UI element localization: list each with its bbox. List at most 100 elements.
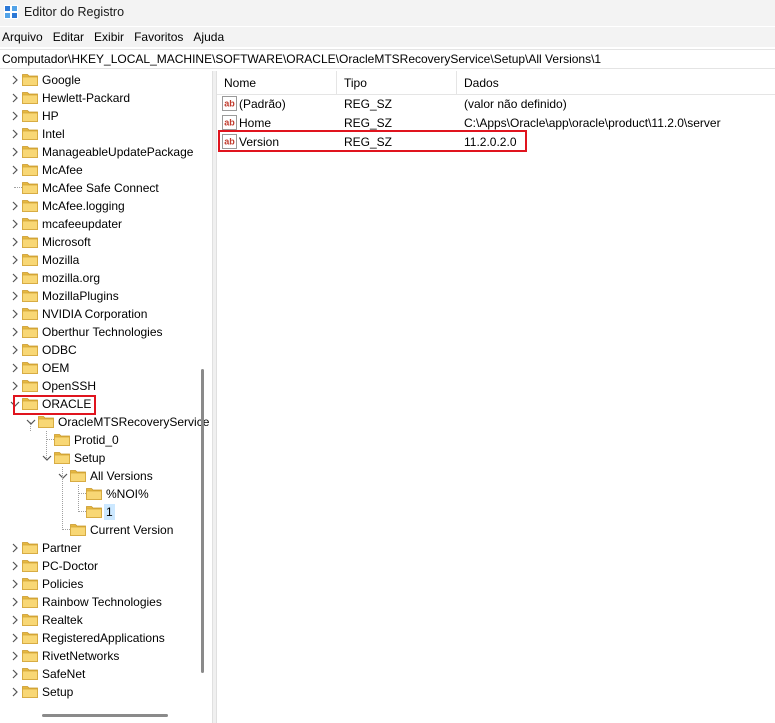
tree-item-label: PC-Doctor <box>42 559 99 573</box>
tree-item-mozilla-org[interactable]: mozilla.org <box>0 269 212 287</box>
tree-item-all-versions[interactable]: All Versions <box>0 467 212 485</box>
tree-vertical-scrollbar[interactable] <box>201 369 204 673</box>
folder-icon <box>22 163 38 176</box>
menu-arquivo[interactable]: Arquivo <box>0 30 48 44</box>
tree-item-manageableupdatepackage[interactable]: ManageableUpdatePackage <box>0 143 212 161</box>
expand-arrow-icon[interactable] <box>9 341 21 359</box>
expand-arrow-icon[interactable] <box>9 665 21 683</box>
folder-icon <box>22 145 38 158</box>
tree-item-mcafee-logging[interactable]: McAfee.logging <box>0 197 212 215</box>
tree-item-mozilla[interactable]: Mozilla <box>0 251 212 269</box>
tree-item-label: HP <box>42 109 59 123</box>
expand-arrow-icon[interactable] <box>9 269 21 287</box>
tree-item-mcafeeupdater[interactable]: mcafeeupdater <box>0 215 212 233</box>
expand-arrow-icon[interactable] <box>9 629 21 647</box>
column-header-tipo[interactable]: Tipo <box>337 71 457 95</box>
folder-icon <box>22 307 38 320</box>
menu-exibir[interactable]: Exibir <box>91 30 129 44</box>
tree-item-policies[interactable]: Policies <box>0 575 212 593</box>
folder-icon <box>22 541 38 554</box>
collapse-arrow-icon[interactable] <box>57 467 69 485</box>
expand-arrow-icon[interactable] <box>9 557 21 575</box>
expand-arrow-icon[interactable] <box>9 197 21 215</box>
expand-arrow-icon[interactable] <box>9 161 21 179</box>
tree-item-label: 1 <box>104 504 115 520</box>
tree-item-intel[interactable]: Intel <box>0 125 212 143</box>
address-bar[interactable]: Computador\HKEY_LOCAL_MACHINE\SOFTWARE\O… <box>0 49 775 69</box>
tree-item-oem[interactable]: OEM <box>0 359 212 377</box>
expand-arrow-icon[interactable] <box>9 575 21 593</box>
tree-guide-line <box>62 467 63 530</box>
expand-arrow-icon[interactable] <box>9 89 21 107</box>
string-value-icon: ab <box>222 96 237 111</box>
expand-arrow-icon[interactable] <box>9 539 21 557</box>
tree-item-label: McAfee Safe Connect <box>42 181 159 195</box>
expand-arrow-icon[interactable] <box>9 377 21 395</box>
expand-arrow-icon[interactable] <box>9 593 21 611</box>
version-row-highlight <box>218 130 527 152</box>
svg-text:ab: ab <box>224 99 235 109</box>
tree-item-oberthur-technologies[interactable]: Oberthur Technologies <box>0 323 212 341</box>
expand-arrow-icon[interactable] <box>9 359 21 377</box>
tree-item-safenet[interactable]: SafeNet <box>0 665 212 683</box>
registry-editor-icon <box>4 5 18 19</box>
folder-icon <box>54 433 70 446</box>
tree-item-rivetnetworks[interactable]: RivetNetworks <box>0 647 212 665</box>
collapse-arrow-icon[interactable] <box>41 449 53 467</box>
tree-item-setup[interactable]: Setup <box>0 449 212 467</box>
column-header-dados[interactable]: Dados <box>457 71 775 95</box>
tree-item-mcafee-safe-connect[interactable]: McAfee Safe Connect <box>0 179 212 197</box>
expand-arrow-icon[interactable] <box>9 287 21 305</box>
tree-horizontal-scrollbar[interactable] <box>42 714 168 717</box>
tree-item-label: OEM <box>42 361 70 375</box>
tree-item-1[interactable]: 1 <box>0 503 212 521</box>
tree-item-hp[interactable]: HP <box>0 107 212 125</box>
expand-arrow-icon[interactable] <box>9 233 21 251</box>
tree-item-microsoft[interactable]: Microsoft <box>0 233 212 251</box>
menu-favoritos[interactable]: Favoritos <box>131 30 188 44</box>
expand-arrow-icon[interactable] <box>9 305 21 323</box>
tree-item-partner[interactable]: Partner <box>0 539 212 557</box>
tree-connector <box>14 187 22 188</box>
expand-arrow-icon[interactable] <box>9 107 21 125</box>
folder-icon <box>86 505 102 518</box>
tree-item-mozillaplugins[interactable]: MozillaPlugins <box>0 287 212 305</box>
expand-arrow-icon[interactable] <box>9 323 21 341</box>
tree-item-pc-doctor[interactable]: PC-Doctor <box>0 557 212 575</box>
expand-arrow-icon[interactable] <box>9 143 21 161</box>
title-bar: Editor do Registro <box>0 0 775 26</box>
column-header-nome[interactable]: Nome <box>217 71 337 95</box>
expand-arrow-icon[interactable] <box>9 215 21 233</box>
tree-item-openssh[interactable]: OpenSSH <box>0 377 212 395</box>
value-data: C:\Apps\Oracle\app\oracle\product\11.2.0… <box>464 116 721 130</box>
folder-icon <box>22 613 38 626</box>
tree-item-hewlett-packard[interactable]: Hewlett-Packard <box>0 89 212 107</box>
tree-item-nvidia-corporation[interactable]: NVIDIA Corporation <box>0 305 212 323</box>
tree-item-odbc[interactable]: ODBC <box>0 341 212 359</box>
menu-editar[interactable]: Editar <box>50 30 89 44</box>
tree-item-rainbow-technologies[interactable]: Rainbow Technologies <box>0 593 212 611</box>
value-row-padrao[interactable]: ab (Padrão) REG_SZ (valor não definido) <box>217 95 775 114</box>
menu-ajuda[interactable]: Ajuda <box>190 30 229 44</box>
tree-item-registeredapplications[interactable]: RegisteredApplications <box>0 629 212 647</box>
expand-arrow-icon[interactable] <box>9 647 21 665</box>
expand-arrow-icon[interactable] <box>9 611 21 629</box>
folder-icon <box>22 127 38 140</box>
tree-item-google[interactable]: Google <box>0 71 212 89</box>
tree-item-protid-0[interactable]: Protid_0 <box>0 431 212 449</box>
tree-item-label: ODBC <box>42 343 77 357</box>
tree-item-realtek[interactable]: Realtek <box>0 611 212 629</box>
expand-arrow-icon[interactable] <box>9 683 21 701</box>
expand-arrow-icon[interactable] <box>9 125 21 143</box>
tree-item-current-version[interactable]: Current Version <box>0 521 212 539</box>
collapse-arrow-icon[interactable] <box>25 413 37 431</box>
expand-arrow-icon[interactable] <box>9 71 21 89</box>
tree-item-setup[interactable]: Setup <box>0 683 212 701</box>
tree-item-oraclemtsrecoveryservice[interactable]: OracleMTSRecoveryService <box>0 413 212 431</box>
tree-item-label: Mozilla <box>42 253 80 267</box>
tree-item-mcafee[interactable]: McAfee <box>0 161 212 179</box>
tree-item-noi[interactable]: %NOI% <box>0 485 212 503</box>
tree-item-label: Setup <box>42 685 74 699</box>
tree-item-label: %NOI% <box>106 487 149 501</box>
expand-arrow-icon[interactable] <box>9 251 21 269</box>
